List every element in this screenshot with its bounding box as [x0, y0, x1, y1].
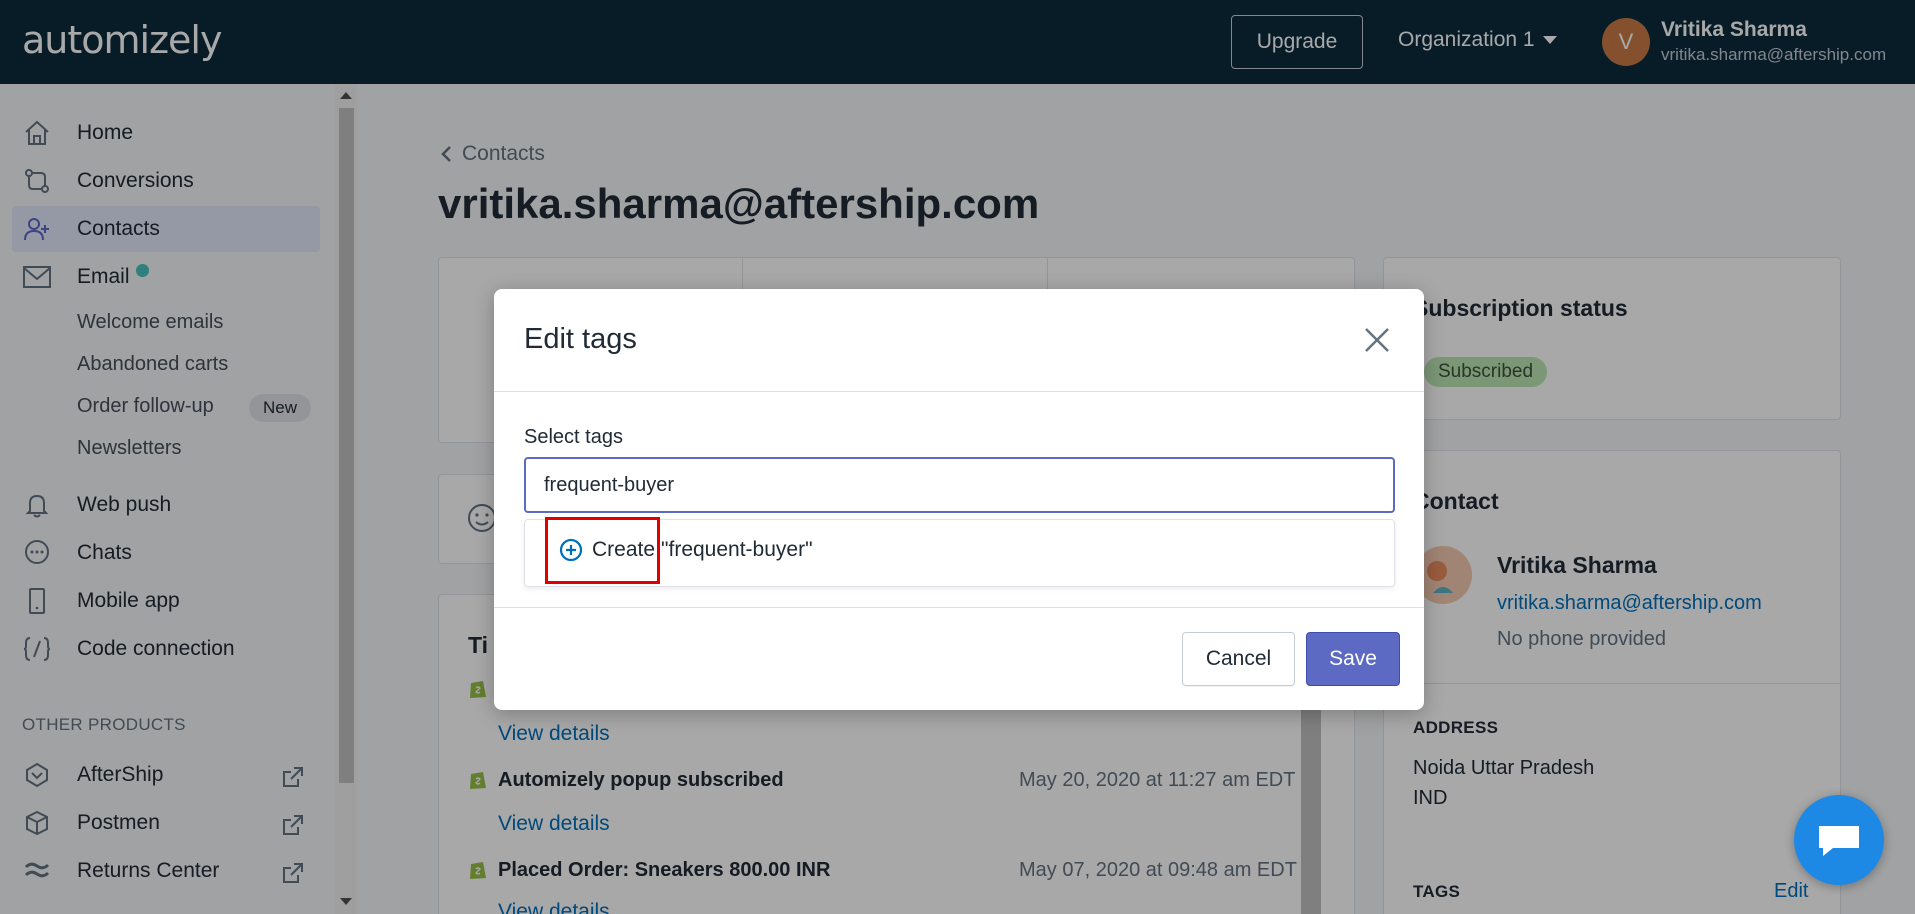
cancel-button[interactable]: Cancel	[1182, 632, 1295, 686]
modal-title: Edit tags	[524, 323, 637, 355]
select-tags-label: Select tags	[524, 426, 623, 448]
modal-header: Edit tags	[494, 289, 1424, 392]
chat-bubble-icon	[1819, 826, 1859, 856]
save-button[interactable]: Save	[1306, 632, 1400, 686]
tags-input[interactable]	[524, 457, 1395, 513]
chat-launcher-button[interactable]	[1794, 795, 1884, 885]
edit-tags-modal: Edit tags Select tags Create "frequent-b…	[494, 289, 1424, 710]
close-icon[interactable]	[1358, 321, 1396, 359]
highlight-annotation	[545, 517, 660, 584]
modal-footer: Cancel Save	[494, 607, 1424, 710]
create-option-value: "frequent-buyer"	[661, 538, 813, 561]
